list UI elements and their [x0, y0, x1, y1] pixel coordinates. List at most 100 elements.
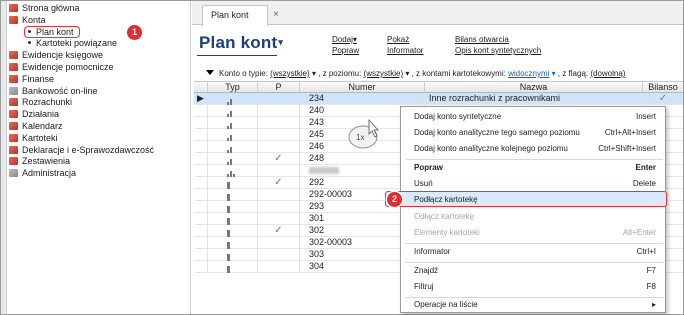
registry-icon	[9, 62, 18, 71]
tab-plan-kont[interactable]: Plan kont ×	[202, 5, 279, 26]
column-header-numer[interactable]: Numer	[300, 82, 425, 92]
title-underline	[197, 55, 277, 56]
menu-item-list-operations[interactable]: Operacje na liście ▸	[401, 297, 665, 313]
menu-item-label: Usuń	[414, 179, 433, 188]
sidebar-item-deklaracje[interactable]: Deklaracje i e-Sprawozdawczość	[9, 145, 189, 157]
sidebar-item-bankowosc[interactable]: Bankowość on-line	[9, 86, 189, 98]
sidebar-item-label: Kartoteki	[22, 132, 58, 143]
menu-item-shortcut: Delete	[632, 179, 656, 188]
sidebar-item-ewidencje-pomocnicze[interactable]: Ewidencje pomocnicze	[9, 62, 189, 74]
sidebar-nav: Strona główna Konta Plan kont Kartoteki …	[9, 3, 189, 180]
menu-item-add-analytic-next[interactable]: Dodaj konto analityczne kolejnego poziom…	[401, 141, 665, 157]
action-links-col2: Pokaż Informator	[387, 34, 423, 56]
actions-icon	[9, 110, 18, 119]
chevron-down-icon: ▾	[278, 37, 284, 47]
account-name-cell: Inne rozrachunki z pracownikami	[425, 93, 643, 104]
sidebar-item-label: Rozrachunki	[22, 97, 73, 108]
row-indicator	[194, 261, 208, 272]
filter-level-select[interactable]: (wszystkie)	[364, 69, 404, 78]
account-type-icon	[208, 153, 258, 165]
filter-flag-select[interactable]: (dowolną)	[590, 69, 625, 78]
sidebar-item-strona-glowna[interactable]: Strona główna	[9, 3, 189, 15]
add-link[interactable]: Dodaj▾	[332, 34, 359, 45]
sidebar-item-label: Zestawienia	[22, 156, 71, 167]
menu-item-add-analytic-same[interactable]: Dodaj konto analityczne tego samego pozi…	[401, 125, 665, 141]
p-flag-cell: ✓	[258, 225, 300, 236]
informator-link[interactable]: Informator	[387, 45, 423, 56]
check-icon: ✓	[274, 153, 283, 164]
sidebar-item-administracja[interactable]: Administracja	[9, 168, 189, 180]
sidebar-item-kalendarz[interactable]: Kalendarz	[9, 121, 189, 133]
menu-item-label: Odłącz kartotekę	[414, 212, 475, 221]
menu-item-delete[interactable]: Usuń Delete	[401, 176, 665, 192]
sidebar-item-ewidencje-ksiegowe[interactable]: Ewidencje księgowe	[9, 50, 189, 62]
account-type-icon	[208, 165, 258, 177]
filter-text: , z poziomu:	[315, 69, 364, 78]
sidebar-item-rozrachunki[interactable]: Rozrachunki	[9, 97, 189, 109]
p-flag-cell	[258, 117, 300, 128]
action-links-col1: Dodaj▾ Popraw	[332, 34, 359, 56]
sidebar-item-dzialania[interactable]: Działania	[9, 109, 189, 121]
sidebar-item-finanse[interactable]: Finanse	[9, 74, 189, 86]
admin-icon	[9, 169, 18, 178]
p-flag-cell: ✓	[258, 177, 300, 188]
bullet-icon	[28, 29, 31, 33]
filter-type-select[interactable]: (wszystkie)	[270, 69, 310, 78]
row-indicator	[194, 165, 208, 176]
column-header-nazwa[interactable]: Nazwa	[425, 82, 643, 92]
grid-header: Typ P Numer Nazwa Bilanso	[194, 81, 683, 93]
column-header-typ[interactable]: Typ	[208, 82, 258, 92]
sidebar-item-plan-kont[interactable]: Plan kont	[9, 25, 189, 39]
opening-balance-link[interactable]: Bilans otwarcia	[455, 34, 541, 45]
check-icon: ✓	[274, 177, 283, 188]
sidebar-item-kartoteki-powiazane[interactable]: Kartoteki powiązane	[9, 38, 189, 50]
menu-item-shortcut: Insert	[635, 112, 656, 121]
sidebar-item-kartoteki[interactable]: Kartoteki	[9, 133, 189, 145]
sidebar-item-label: Plan kont	[36, 26, 74, 37]
page-title[interactable]: Plan kont▾	[199, 33, 283, 53]
synthetic-accounts-link[interactable]: Opis kont syntetycznych	[455, 45, 541, 56]
accounts-icon	[9, 15, 18, 24]
menu-item-find[interactable]: Znajdź F7	[401, 263, 665, 279]
account-type-icon	[208, 117, 258, 129]
account-type-icon	[208, 189, 258, 201]
table-row[interactable]: ▶ 234 Inne rozrachunki z pracownikami ✓	[194, 93, 683, 105]
records-icon	[9, 133, 18, 142]
tab-label: Plan kont	[211, 10, 249, 20]
close-icon[interactable]: ×	[273, 6, 279, 24]
settlements-icon	[9, 98, 18, 107]
p-flag-cell	[258, 237, 300, 248]
p-flag-cell	[258, 189, 300, 200]
menu-item-add-synthetic[interactable]: Dodaj konto syntetyczne Insert	[401, 109, 665, 125]
menu-item-detach-record: Odłącz kartotekę	[401, 209, 665, 225]
filter-bar: Konto o typie: (wszystkie) ▾ , z poziomu…	[192, 68, 683, 80]
sidebar-item-label: Ewidencje pomocnicze	[22, 61, 114, 72]
sidebar-item-label: Finanse	[22, 73, 55, 84]
menu-item-edit[interactable]: Popraw Enter	[401, 160, 665, 176]
sidebar-item-konta[interactable]: Konta	[9, 15, 189, 27]
p-flag-cell	[258, 129, 300, 140]
bullet-icon	[28, 41, 31, 45]
column-header-p[interactable]: P	[258, 82, 300, 92]
edit-link[interactable]: Popraw	[332, 45, 359, 56]
menu-item-informator[interactable]: Informator Ctrl+I	[401, 244, 665, 260]
menu-item-attach-record[interactable]: Podłącz kartotekę	[385, 191, 667, 208]
filter-collapse-icon[interactable]	[206, 70, 214, 75]
page-title-text: Plan kont	[199, 33, 278, 52]
ledger-icon	[9, 51, 18, 60]
sidebar-item-label: Deklaracje i e-Sprawozdawczość	[22, 144, 155, 155]
column-header-bilanso[interactable]: Bilanso	[643, 82, 683, 92]
row-indicator	[194, 249, 208, 260]
menu-item-label: Znajdź	[414, 266, 439, 275]
account-type-icon	[208, 177, 258, 189]
filter-records-select[interactable]: widocznymi	[508, 69, 549, 78]
sidebar-item-zestawienia[interactable]: Zestawienia	[9, 156, 189, 168]
menu-item-filter[interactable]: Filtruj F8	[401, 279, 665, 295]
menu-item-label: Dodaj konto syntetyczne	[414, 112, 502, 121]
menu-item-shortcut: F8	[646, 282, 656, 291]
show-link[interactable]: Pokaż	[387, 34, 423, 45]
row-indicator	[194, 189, 208, 200]
row-indicator	[194, 141, 208, 152]
tab-bar: Plan kont ×	[192, 1, 683, 26]
account-type-icon	[208, 129, 258, 141]
